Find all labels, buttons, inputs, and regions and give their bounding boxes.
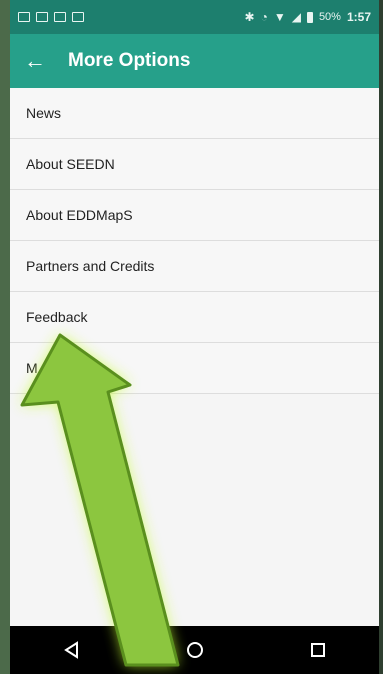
home-circle-icon[interactable] (175, 630, 215, 670)
wifi-icon: ▼ (273, 10, 286, 24)
menu-item-label: News (26, 105, 62, 121)
battery-percent: 50% (318, 11, 341, 23)
status-left-icons (18, 12, 84, 22)
back-triangle-icon[interactable] (52, 630, 92, 670)
status-bar: ✱ ◔ ▼ ◢ 50% 1:57 (10, 0, 379, 34)
mail-icon (36, 12, 48, 22)
image-icon (18, 12, 30, 22)
app-bar: ← More Options (10, 34, 379, 88)
status-right-icons: ✱ ◔ ▼ ◢ 50% 1:57 (245, 10, 372, 24)
frame-edge-left (0, 0, 10, 674)
menu-item-partners-credits[interactable]: Partners and Credits (10, 241, 379, 292)
mail-icon (54, 12, 66, 22)
phone-screen: ✱ ◔ ▼ ◢ 50% 1:57 ← More Options News Abo… (10, 0, 379, 674)
signal-icon: ◢ (291, 10, 301, 24)
frame-edge-right (379, 0, 383, 674)
page-title: More Options (68, 50, 191, 71)
menu-item-feedback[interactable]: Feedback (10, 292, 379, 343)
menu-item-more-apps[interactable]: M...ood apps (10, 343, 379, 394)
battery-icon (306, 11, 313, 23)
bluetooth-icon: ✱ (244, 10, 255, 24)
recents-square-icon[interactable] (298, 630, 338, 670)
clock: 1:57 (346, 10, 371, 24)
menu-item-about-eddmaps[interactable]: About EDDMapS (10, 190, 379, 241)
briefcase-icon (72, 12, 84, 22)
alarm-icon: ◔ (260, 10, 268, 24)
menu-item-label: About SEEDN (26, 156, 115, 172)
menu-item-news[interactable]: News (10, 88, 379, 139)
back-arrow-icon[interactable]: ← (10, 34, 60, 88)
menu-item-label: M...ood apps (26, 360, 107, 376)
menu-item-about-seedn[interactable]: About SEEDN (10, 139, 379, 190)
menu-item-label: Partners and Credits (26, 258, 155, 274)
system-nav-bar (10, 626, 379, 674)
options-list: News About SEEDN About EDDMapS Partners … (10, 88, 379, 394)
menu-item-label: Feedback (26, 309, 88, 325)
menu-item-label: About EDDMapS (26, 207, 133, 223)
